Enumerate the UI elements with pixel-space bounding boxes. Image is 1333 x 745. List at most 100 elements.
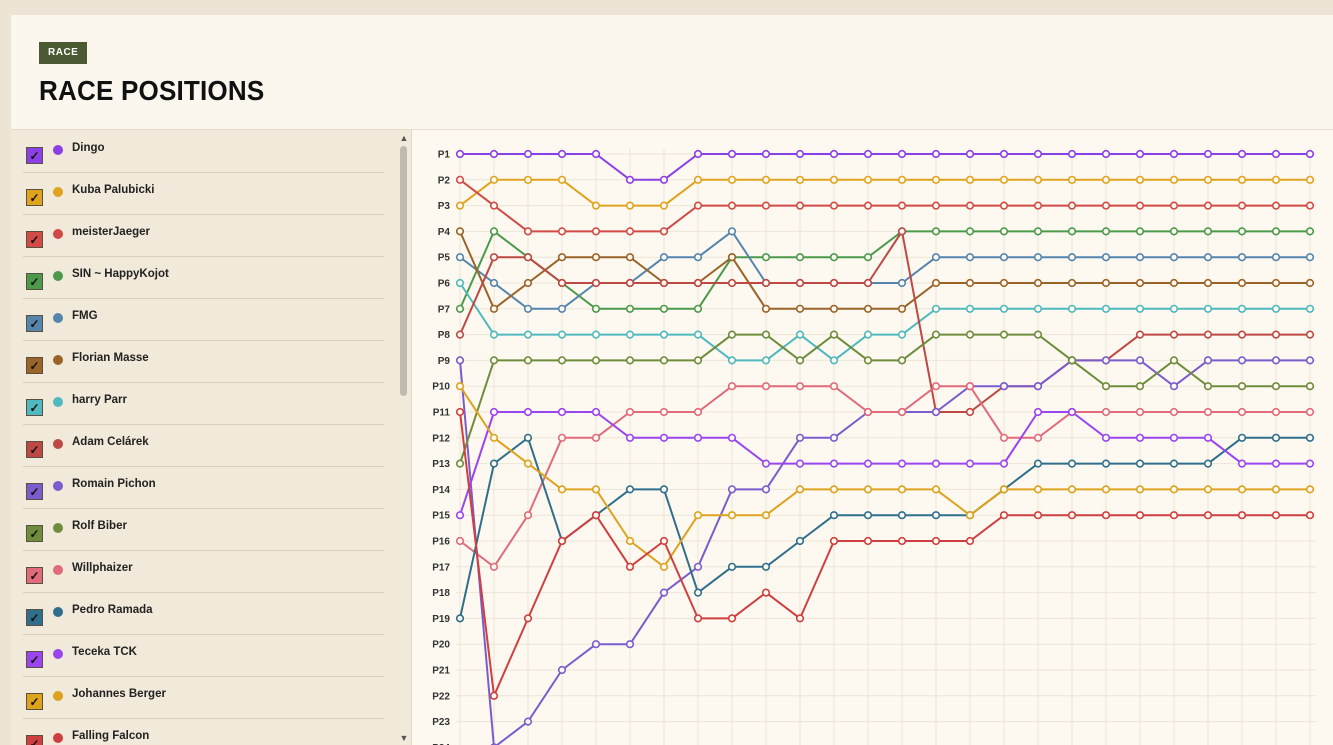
data-point[interactable] xyxy=(829,382,839,391)
data-point[interactable] xyxy=(727,253,737,262)
data-point[interactable] xyxy=(1237,511,1247,520)
driver-checkbox[interactable]: ✓ xyxy=(26,441,43,458)
data-point[interactable] xyxy=(897,511,907,520)
data-point[interactable] xyxy=(999,485,1009,494)
data-point[interactable] xyxy=(1237,227,1247,236)
data-point[interactable] xyxy=(693,175,703,184)
data-point[interactable] xyxy=(1169,382,1179,391)
data-point[interactable] xyxy=(557,304,567,313)
data-point[interactable] xyxy=(1135,278,1145,288)
data-point[interactable] xyxy=(693,511,703,520)
data-point[interactable] xyxy=(455,356,465,365)
data-point[interactable] xyxy=(1101,201,1111,210)
data-point[interactable] xyxy=(1169,407,1179,417)
data-point[interactable] xyxy=(795,278,805,288)
data-point[interactable] xyxy=(863,356,873,365)
data-point[interactable] xyxy=(965,382,975,391)
data-point[interactable] xyxy=(965,278,975,288)
data-point[interactable] xyxy=(659,278,669,288)
data-point[interactable] xyxy=(659,227,669,236)
data-point[interactable] xyxy=(1169,485,1179,494)
data-point[interactable] xyxy=(1033,433,1043,442)
data-point[interactable] xyxy=(795,614,805,623)
data-point[interactable] xyxy=(1305,304,1315,313)
data-point[interactable] xyxy=(761,588,771,597)
data-point[interactable] xyxy=(1101,278,1111,288)
data-point[interactable] xyxy=(965,304,975,313)
data-point[interactable] xyxy=(1033,511,1043,520)
data-point[interactable] xyxy=(659,485,669,494)
data-point[interactable] xyxy=(1135,511,1145,520)
data-point[interactable] xyxy=(1271,227,1281,236)
data-point[interactable] xyxy=(1033,201,1043,210)
data-point[interactable] xyxy=(1203,459,1213,468)
data-point[interactable] xyxy=(1305,149,1315,159)
driver-checkbox[interactable]: ✓ xyxy=(26,693,43,710)
data-point[interactable] xyxy=(693,433,703,442)
driver-checkbox[interactable]: ✓ xyxy=(26,735,43,745)
data-point[interactable] xyxy=(591,227,601,236)
data-point[interactable] xyxy=(727,562,737,571)
data-point[interactable] xyxy=(1271,201,1281,210)
data-point[interactable] xyxy=(523,253,533,262)
data-point[interactable] xyxy=(1169,511,1179,520)
data-point[interactable] xyxy=(1101,433,1111,442)
data-point[interactable] xyxy=(795,253,805,262)
data-point[interactable] xyxy=(693,304,703,313)
data-point[interactable] xyxy=(591,511,601,520)
data-point[interactable] xyxy=(1237,407,1247,417)
data-point[interactable] xyxy=(625,330,635,339)
data-point[interactable] xyxy=(1169,433,1179,442)
data-point[interactable] xyxy=(1237,382,1247,391)
driver-item[interactable]: ✓ Rolf Biber xyxy=(23,508,384,551)
data-point[interactable] xyxy=(1033,459,1043,468)
data-point[interactable] xyxy=(523,511,533,520)
data-point[interactable] xyxy=(625,536,635,546)
data-point[interactable] xyxy=(693,201,703,210)
data-point[interactable] xyxy=(1169,201,1179,210)
data-point[interactable] xyxy=(1237,175,1247,184)
driver-item[interactable]: ✓ Pedro Ramada xyxy=(23,592,384,635)
driver-item[interactable]: ✓ Willphaizer xyxy=(23,550,384,593)
data-point[interactable] xyxy=(1305,459,1315,468)
data-point[interactable] xyxy=(1067,459,1077,468)
data-point[interactable] xyxy=(727,330,737,339)
data-point[interactable] xyxy=(761,485,771,494)
data-point[interactable] xyxy=(523,356,533,365)
data-point[interactable] xyxy=(761,382,771,391)
data-point[interactable] xyxy=(999,201,1009,210)
data-point[interactable] xyxy=(1271,459,1281,468)
scroll-up-icon[interactable]: ▲ xyxy=(399,133,409,143)
data-point[interactable] xyxy=(931,511,941,520)
data-point[interactable] xyxy=(1305,433,1315,442)
data-point[interactable] xyxy=(829,304,839,313)
data-point[interactable] xyxy=(1033,149,1043,159)
data-point[interactable] xyxy=(829,356,839,365)
data-point[interactable] xyxy=(795,382,805,391)
data-point[interactable] xyxy=(931,175,941,184)
data-point[interactable] xyxy=(557,433,567,442)
data-point[interactable] xyxy=(591,330,601,339)
data-point[interactable] xyxy=(1067,278,1077,288)
driver-item[interactable]: ✓ harry Parr xyxy=(23,382,384,425)
data-point[interactable] xyxy=(1203,485,1213,494)
data-point[interactable] xyxy=(1271,330,1281,339)
data-point[interactable] xyxy=(897,356,907,365)
data-point[interactable] xyxy=(557,536,567,546)
data-point[interactable] xyxy=(455,382,465,391)
data-point[interactable] xyxy=(1203,201,1213,210)
data-point[interactable] xyxy=(625,278,635,288)
data-point[interactable] xyxy=(1169,278,1179,288)
data-point[interactable] xyxy=(591,407,601,417)
data-point[interactable] xyxy=(659,330,669,339)
data-point[interactable] xyxy=(1169,330,1179,339)
data-point[interactable] xyxy=(795,304,805,313)
data-point[interactable] xyxy=(557,227,567,236)
data-point[interactable] xyxy=(863,253,873,262)
data-point[interactable] xyxy=(761,201,771,210)
data-point[interactable] xyxy=(1203,407,1213,417)
data-point[interactable] xyxy=(1237,356,1247,365)
driver-checkbox[interactable]: ✓ xyxy=(26,525,43,542)
data-point[interactable] xyxy=(1203,253,1213,262)
data-point[interactable] xyxy=(999,227,1009,236)
